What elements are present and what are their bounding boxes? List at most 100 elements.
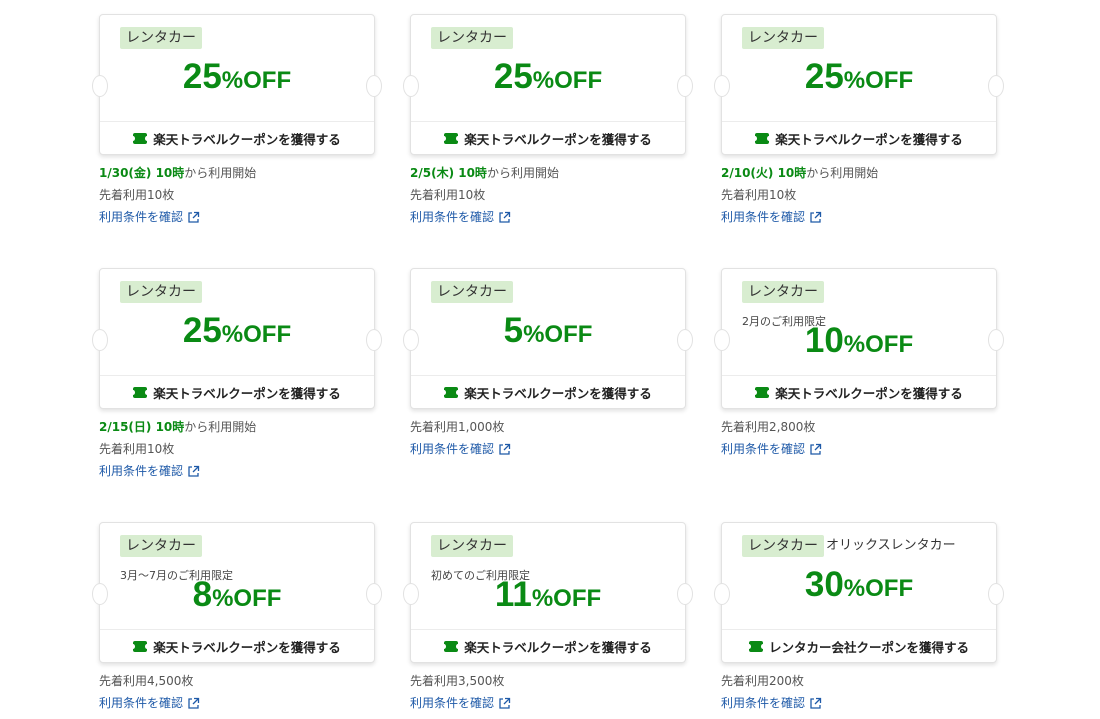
category-tag: レンタカー (120, 281, 202, 303)
discount-value: 30 (804, 565, 844, 604)
terms-link-label: 利用条件を確認 (721, 442, 806, 456)
coupon-ticket: レンタカー 2月のご利用限定 10%OFF 楽天トラベルクーポンを獲得する (714, 268, 1004, 409)
discount-unit: %OFF (532, 67, 603, 94)
get-coupon-button[interactable]: レンタカー会社クーポンを獲得する (722, 630, 996, 662)
category-tag: レンタカー (120, 27, 202, 49)
terms-link[interactable]: 利用条件を確認 (410, 206, 511, 228)
discount-value: 25 (182, 57, 222, 96)
discount-amount: 25%OFF (411, 57, 685, 97)
ticket-icon (131, 640, 150, 652)
category-tag: レンタカー (431, 27, 513, 49)
terms-link[interactable]: 利用条件を確認 (99, 692, 200, 714)
get-coupon-button[interactable]: 楽天トラベルクーポンを獲得する (411, 376, 685, 408)
coupon-card: レンタカー 25%OFF 楽天トラベルクーポンを獲得する 2/10(火) 10時から利… (714, 14, 1004, 228)
get-coupon-button[interactable]: 楽天トラベルクーポンを獲得する (100, 630, 374, 662)
discount-amount: 8%OFF (100, 575, 374, 615)
discount-value: 10 (804, 321, 844, 360)
coupon-info: 先着利用3,500枚 利用条件を確認 (410, 670, 686, 714)
discount-value: 5 (503, 311, 524, 350)
coupon-card: レンタカー 25%OFF 楽天トラベルクーポンを獲得する 1/30(金) 10時から利… (92, 14, 382, 228)
category-tag: レンタカー (742, 281, 824, 303)
ticket-icon (442, 640, 461, 652)
get-coupon-label: 楽天トラベルクーポンを獲得する (153, 639, 341, 655)
get-coupon-label: レンタカー会社クーポンを獲得する (768, 639, 969, 655)
terms-link[interactable]: 利用条件を確認 (410, 692, 511, 714)
start-date-line: 2/15(日) 10時から利用開始 (99, 416, 375, 438)
coupon-card: レンタカー 25%OFF 楽天トラベルクーポンを獲得する 2/15(日) 10時から利… (92, 268, 382, 482)
terms-link-label: 利用条件を確認 (410, 210, 495, 224)
stock-count: 先着利用10枚 (410, 188, 486, 202)
category-tag: レンタカー (742, 27, 824, 49)
stock-count: 先着利用4,500枚 (99, 674, 194, 688)
discount-amount: 10%OFF (722, 321, 996, 361)
category-tag: レンタカー (742, 535, 824, 557)
discount-amount: 25%OFF (100, 57, 374, 97)
get-coupon-label: 楽天トラベルクーポンを獲得する (464, 131, 652, 147)
get-coupon-button[interactable]: 楽天トラベルクーポンを獲得する (411, 630, 685, 662)
terms-link[interactable]: 利用条件を確認 (721, 206, 822, 228)
external-link-icon (810, 443, 822, 455)
start-date-line: 2/10(火) 10時から利用開始 (721, 162, 997, 184)
discount-unit: %OFF (843, 331, 914, 358)
terms-link-label: 利用条件を確認 (410, 442, 495, 456)
coupon-ticket: レンタカー 初めてのご利用限定 11%OFF 楽天トラベルクーポンを獲得する (403, 522, 693, 663)
discount-value: 8 (192, 575, 213, 614)
get-coupon-button[interactable]: 楽天トラベルクーポンを獲得する (100, 376, 374, 408)
discount-amount: 11%OFF (411, 575, 685, 615)
discount-unit: %OFF (212, 585, 282, 612)
stock-count: 先着利用1,000枚 (410, 420, 505, 434)
terms-link[interactable]: 利用条件を確認 (99, 460, 200, 482)
external-link-icon (810, 211, 822, 223)
external-link-icon (499, 443, 511, 455)
external-link-icon (188, 211, 200, 223)
start-date-line: 2/5(木) 10時から利用開始 (410, 162, 686, 184)
coupon-ticket: レンタカー 25%OFF 楽天トラベルクーポンを獲得する (92, 14, 382, 155)
coupon-ticket: レンタカー 5%OFF 楽天トラベルクーポンを獲得する (403, 268, 693, 409)
coupon-card: レンタカー 2月のご利用限定 10%OFF 楽天トラベルクーポンを獲得する 先着利用2,… (714, 268, 1004, 460)
get-coupon-button[interactable]: 楽天トラベルクーポンを獲得する (722, 122, 996, 154)
get-coupon-button[interactable]: 楽天トラベルクーポンを獲得する (100, 122, 374, 154)
stock-count: 先着利用200枚 (721, 674, 804, 688)
company-name: オリックスレンタカー (826, 538, 956, 553)
terms-link[interactable]: 利用条件を確認 (721, 692, 822, 714)
terms-link-label: 利用条件を確認 (721, 210, 806, 224)
get-coupon-label: 楽天トラベルクーポンを獲得する (464, 385, 652, 401)
terms-link[interactable]: 利用条件を確認 (99, 206, 200, 228)
start-date: 2/15(日) 10時 (99, 420, 185, 434)
stock-count: 先着利用10枚 (99, 188, 175, 202)
discount-amount: 25%OFF (722, 57, 996, 97)
start-suffix: から利用開始 (184, 420, 257, 434)
terms-link-label: 利用条件を確認 (99, 210, 184, 224)
coupon-card: レンタカー 25%OFF 楽天トラベルクーポンを獲得する 2/5(木) 10時から利用… (403, 14, 693, 228)
start-date-line: 1/30(金) 10時から利用開始 (99, 162, 375, 184)
coupon-ticket: レンタカー 25%OFF 楽天トラベルクーポンを獲得する (92, 268, 382, 409)
get-coupon-label: 楽天トラベルクーポンを獲得する (775, 131, 963, 147)
coupon-info: 先着利用200枚利用条件を確認 (721, 670, 997, 714)
coupon-ticket: レンタカー 25%OFF 楽天トラベルクーポンを獲得する (714, 14, 1004, 155)
ticket-icon (131, 132, 150, 144)
start-date: 1/30(金) 10時 (99, 166, 185, 180)
discount-amount: 30%OFF (722, 565, 996, 605)
ticket-icon (442, 386, 461, 398)
get-coupon-button[interactable]: 楽天トラベルクーポンを獲得する (411, 122, 685, 154)
discount-amount: 25%OFF (100, 311, 374, 351)
terms-link[interactable]: 利用条件を確認 (410, 438, 511, 460)
external-link-icon (499, 697, 511, 709)
get-coupon-button[interactable]: 楽天トラベルクーポンを獲得する (722, 376, 996, 408)
discount-unit: %OFF (843, 67, 914, 94)
ticket-icon (131, 386, 150, 398)
external-link-icon (499, 211, 511, 223)
category-tag: レンタカー (120, 535, 202, 557)
get-coupon-label: 楽天トラベルクーポンを獲得する (464, 639, 652, 655)
get-coupon-label: 楽天トラベルクーポンを獲得する (153, 131, 341, 147)
coupon-ticket: レンタカー 3月〜7月のご利用限定 8%OFF 楽天トラベルクーポンを獲得する (92, 522, 382, 663)
start-suffix: から利用開始 (806, 166, 879, 180)
discount-value: 25 (493, 57, 533, 96)
stock-count: 先着利用10枚 (99, 442, 175, 456)
discount-value: 11 (494, 575, 532, 614)
coupon-info: 2/5(木) 10時から利用開始先着利用10枚 利用条件を確認 (410, 162, 686, 228)
coupon-ticket: レンタカー 25%OFF 楽天トラベルクーポンを獲得する (403, 14, 693, 155)
terms-link-label: 利用条件を確認 (99, 464, 184, 478)
coupon-info: 先着利用4,500枚利用条件を確認 (99, 670, 375, 714)
terms-link[interactable]: 利用条件を確認 (721, 438, 822, 460)
